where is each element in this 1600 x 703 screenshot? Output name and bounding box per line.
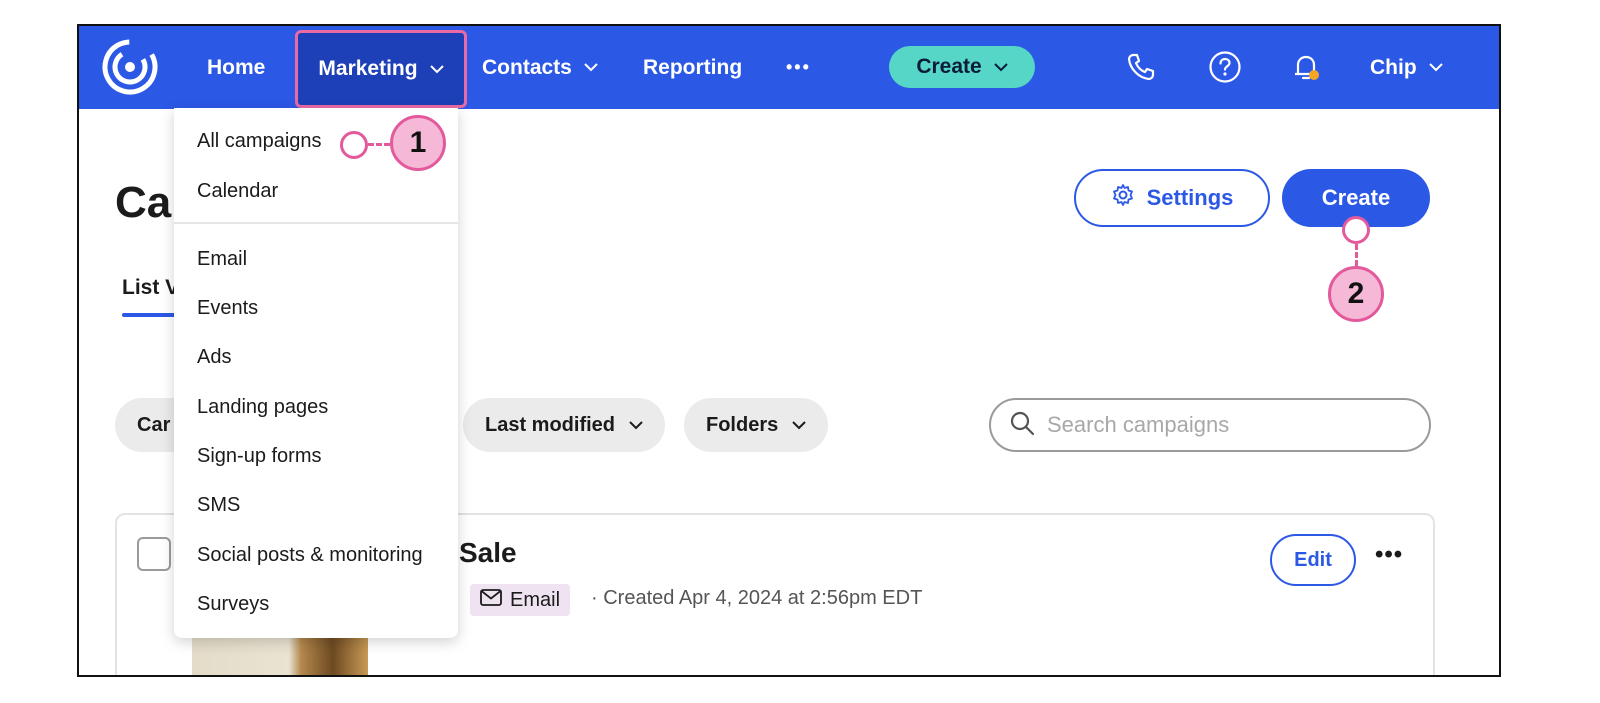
user-name: Chip xyxy=(1370,55,1417,79)
menu-item-social-posts[interactable]: Social posts & monitoring xyxy=(197,544,423,567)
campaign-created-date: · Created Apr 4, 2024 at 2:56pm EDT xyxy=(591,587,923,609)
chevron-down-icon xyxy=(1428,63,1443,72)
filter-folders[interactable]: Folders xyxy=(684,398,829,452)
annotation-connector-2 xyxy=(1355,244,1358,266)
menu-item-email[interactable]: Email xyxy=(197,248,247,271)
marketing-dropdown: All campaigns Calendar Email Events Ads … xyxy=(174,108,458,638)
menu-item-ads[interactable]: Ads xyxy=(197,346,231,369)
chevron-down-icon xyxy=(584,63,598,72)
nav-more-button[interactable]: ••• xyxy=(786,26,811,109)
edit-label: Edit xyxy=(1294,548,1332,571)
more-icon: ••• xyxy=(786,57,811,77)
chevron-down-icon xyxy=(429,64,444,74)
menu-item-all-campaigns[interactable]: All campaigns xyxy=(197,130,322,153)
menu-item-surveys[interactable]: Surveys xyxy=(197,593,269,616)
campaign-checkbox[interactable] xyxy=(137,537,171,571)
menu-item-calendar[interactable]: Calendar xyxy=(197,180,278,203)
campaign-type-badge: Email xyxy=(470,584,571,616)
filter-last-modified-label: Last modified xyxy=(485,413,616,436)
logo-icon[interactable] xyxy=(101,38,159,96)
filter-folders-label: Folders xyxy=(706,413,779,436)
search-box[interactable] xyxy=(989,398,1431,452)
annotation-badge-2: 2 xyxy=(1328,266,1384,322)
nav-marketing[interactable]: Marketing xyxy=(295,30,467,108)
help-icon[interactable] xyxy=(1206,48,1244,86)
nav-reporting-label: Reporting xyxy=(643,55,743,79)
active-tab-indicator xyxy=(122,313,182,317)
campaign-thumbnail xyxy=(192,635,368,675)
annotation-target-2 xyxy=(1342,216,1370,244)
nav-create-button[interactable]: Create xyxy=(889,46,1035,88)
gear-icon xyxy=(1111,183,1135,213)
more-options-button[interactable]: ••• xyxy=(1375,541,1403,569)
chevron-down-icon xyxy=(629,420,643,430)
edit-button[interactable]: Edit xyxy=(1270,534,1356,586)
nav-home[interactable]: Home xyxy=(207,26,265,109)
top-nav: Home Marketing Contacts Reporting ••• Cr… xyxy=(79,26,1499,109)
user-menu[interactable]: Chip xyxy=(1370,26,1443,109)
chevron-down-icon xyxy=(993,62,1008,72)
nav-home-label: Home xyxy=(207,55,266,79)
tab-list-view[interactable]: List V xyxy=(122,276,179,300)
nav-contacts[interactable]: Contacts xyxy=(482,26,598,109)
nav-contacts-label: Contacts xyxy=(482,55,572,79)
annotation-connector-1 xyxy=(368,143,390,146)
nav-marketing-label: Marketing xyxy=(318,57,418,80)
menu-item-sign-up-forms[interactable]: Sign-up forms xyxy=(197,445,322,468)
phone-icon[interactable] xyxy=(1122,48,1160,86)
menu-item-landing-pages[interactable]: Landing pages xyxy=(197,396,328,419)
menu-item-events[interactable]: Events xyxy=(197,297,258,320)
filter-campaigns-label: Car xyxy=(137,413,171,436)
menu-divider xyxy=(174,222,458,224)
nav-reporting[interactable]: Reporting xyxy=(643,26,742,109)
app-window: Home Marketing Contacts Reporting ••• Cr… xyxy=(77,24,1501,677)
campaign-title[interactable]: Sale xyxy=(459,537,517,569)
search-icon xyxy=(1009,410,1035,441)
chevron-down-icon xyxy=(792,420,806,430)
bell-icon[interactable] xyxy=(1287,48,1325,86)
campaign-type-label: Email xyxy=(510,588,561,611)
envelope-icon xyxy=(480,588,502,612)
settings-label: Settings xyxy=(1146,185,1234,210)
filter-last-modified[interactable]: Last modified xyxy=(463,398,666,452)
create-label: Create xyxy=(1321,185,1391,210)
settings-button[interactable]: Settings xyxy=(1074,169,1270,227)
annotation-target-1 xyxy=(340,131,368,159)
page-title: Ca xyxy=(115,178,172,227)
nav-create-label: Create xyxy=(916,55,982,78)
search-input[interactable] xyxy=(1047,412,1407,438)
annotation-badge-1: 1 xyxy=(390,115,446,171)
menu-item-sms[interactable]: SMS xyxy=(197,494,240,517)
